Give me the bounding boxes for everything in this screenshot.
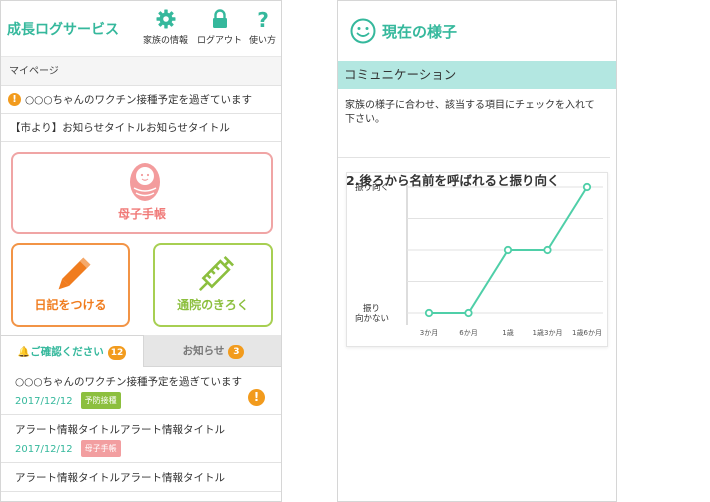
maternal-handbook-label: 母子手帳 [117,207,166,221]
help-label: 使い方 [249,36,277,46]
y-label-bottom: 振り [363,303,380,314]
smiley-icon [350,18,376,44]
logout-button[interactable]: ログアウト [197,9,242,46]
status-header: 現在の様子 [338,1,616,61]
instruction-text: 家族の様子に合わせ、該当する項目にチェックを入れて下さい。 [338,89,610,158]
app-title: 成長ログサービス [7,22,119,38]
app-header: 成長ログサービス 家族の情報 ログアウト ? 使い方 [1,1,281,57]
confirm-count-badge: 12 [107,346,127,360]
pencil-icon [58,257,91,290]
progress-chart-svg: 振り向く振り向かない 3か月 6か月 1歳 1歳3か月 1歳6か月 [355,182,603,337]
category-badge: 母子手帳 [80,440,121,457]
question-icon: ? [257,9,269,29]
warning-icon: ! [8,93,21,106]
list-item-date: 2017/12/12 [15,444,73,455]
list-item[interactable]: アラート情報タイトルアラート情報タイトル [1,463,281,492]
list-item-title: ○○○ちゃんのワクチン接種予定を過ぎています [15,376,242,388]
right-screen: 現在の様子 コミュニケーション 家族の様子に合わせ、該当する項目にチェックを入れ… [337,0,617,502]
section-header: コミュニケーション [338,61,616,89]
lock-icon [212,9,227,28]
data-point [424,308,434,318]
mypage-label: マイページ [1,57,281,86]
diary-label: 日記をつける [34,298,107,312]
gear-icon [156,9,175,29]
syringe-icon [198,255,235,292]
tab-news-label: お知らせ [182,345,225,357]
progress-chart: 振り向く振り 向かない 3か月 6か月 1歳 1歳3か月 1歳6か月 [346,172,608,347]
clinic-record-label: 通院のきろく [177,298,249,312]
help-button[interactable]: ? 使い方 [249,9,276,46]
data-point [503,245,513,255]
warning-icon: ! [248,389,265,406]
list-item[interactable]: アラート情報タイトルアラート情報タイトル 2017/12/12 母子手帳 [1,415,281,463]
svg-text:?: ? [257,9,269,29]
baby-icon [130,163,160,201]
y-label-top: 振り向く [355,182,389,193]
x-tick-label: 1歳 [502,328,513,337]
x-tick-label: 1歳3か月 [533,328,563,337]
diary-tile[interactable]: 日記をつける [11,243,130,327]
data-point [582,182,592,192]
clinic-record-tile[interactable]: 通院のきろく [153,243,273,327]
y-label-bottom: 向かない [355,313,389,324]
vaccine-alert[interactable]: ! ○○○ちゃんのワクチン接種予定を過ぎています [1,86,281,114]
tab-news[interactable]: お知らせ 3 [144,335,281,367]
family-info-label: 家族の情報 [143,36,189,46]
tab-confirm[interactable]: 🔔ご確認ください 12 [1,335,144,367]
tab-confirm-label: ご確認ください [30,346,104,358]
news-count-badge: 3 [228,345,245,359]
data-point [543,245,552,255]
tab-bar: 🔔ご確認ください 12 お知らせ 3 [1,335,281,367]
list-item-title: アラート情報タイトルアラート情報タイトル [15,472,225,484]
left-screen: 成長ログサービス 家族の情報 ログアウト ? 使い方 マイページ ! ○○○ちゃ… [0,0,282,502]
logout-label: ログアウト [197,36,243,46]
x-tick-label: 6か月 [459,329,477,337]
list-item-title: アラート情報タイトルアラート情報タイトル [15,424,225,436]
category-badge: 予防接種 [80,392,121,409]
x-tick-label: 3か月 [420,329,438,337]
city-notice[interactable]: 【市より】お知らせタイトルお知らせタイトル [1,114,281,142]
alert-list: ○○○ちゃんのワクチン接種予定を過ぎています 2017/12/12 予防接種 ! … [1,367,281,492]
page-title: 現在の様子 [382,23,458,41]
maternal-handbook-tile[interactable]: 母子手帳 [11,152,273,234]
data-point [464,308,473,318]
list-item-date: 2017/12/12 [15,396,73,407]
family-info-button[interactable]: 家族の情報 [143,9,188,46]
x-tick-label: 1歳6か月 [572,328,602,337]
vaccine-alert-text: ○○○ちゃんのワクチン接種予定を過ぎています [25,94,252,106]
list-item[interactable]: ○○○ちゃんのワクチン接種予定を過ぎています 2017/12/12 予防接種 ! [1,367,281,415]
bell-icon: 🔔 [17,347,31,358]
